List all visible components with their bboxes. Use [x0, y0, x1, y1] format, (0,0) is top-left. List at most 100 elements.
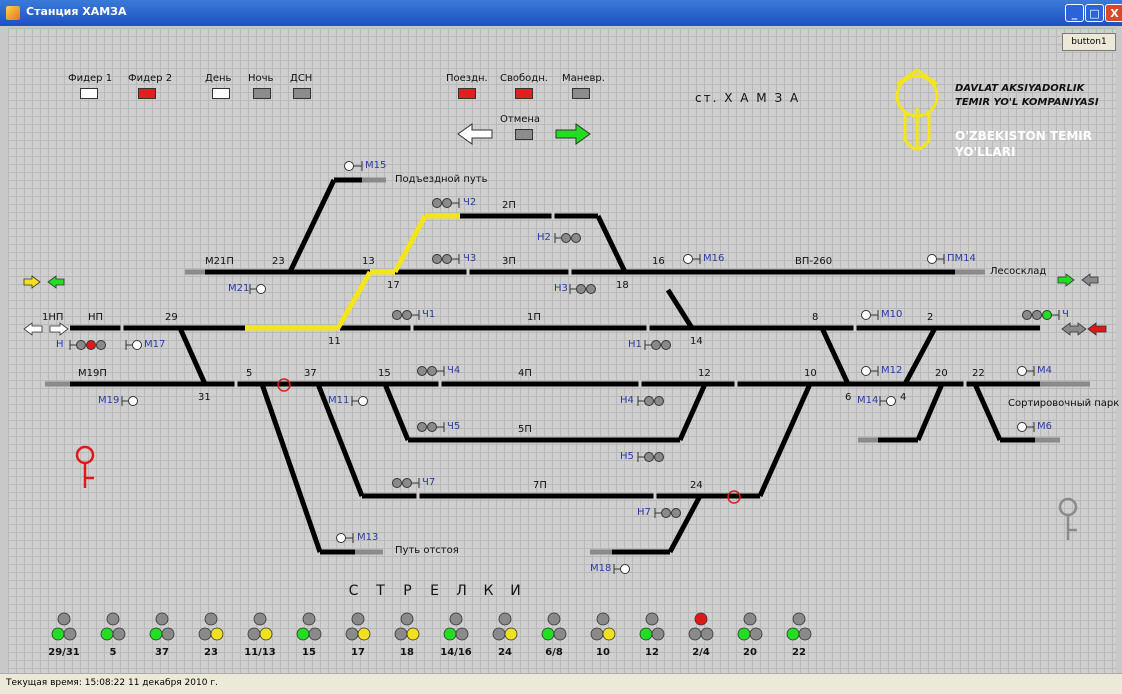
- switch-lamp: [204, 612, 218, 626]
- switch-lamp: [51, 627, 65, 641]
- switch-lamp: [553, 627, 567, 641]
- switch-indicator-2-4[interactable]: [688, 612, 714, 641]
- arrow-left-white-icon[interactable]: [457, 123, 493, 145]
- switch-lamp: [198, 627, 212, 641]
- track-label-6: 6: [845, 392, 852, 403]
- switch-label: 2/4: [692, 647, 710, 658]
- signals[interactable]: [69, 161, 1060, 574]
- switch-label: 29/31: [48, 647, 80, 658]
- switches-title-letter: Л: [456, 583, 467, 599]
- insulating-joints: [120, 212, 967, 500]
- signal-label-m19: М19: [98, 395, 120, 406]
- switch-indicator-23[interactable]: [198, 612, 224, 641]
- arrow-left-gray-icon[interactable]: [1081, 273, 1099, 287]
- switch-lamp: [443, 627, 457, 641]
- current-time: Текущая время: 15:08:22 11 декабря 2010 …: [6, 678, 218, 688]
- key-red-icon[interactable]: [75, 445, 95, 488]
- track-label-5: 5: [246, 368, 253, 379]
- switch-lamp: [247, 627, 261, 641]
- switch-lamp: [100, 627, 114, 641]
- switch-indicator-20[interactable]: [737, 612, 763, 641]
- signal-label-m14: М14: [857, 395, 879, 406]
- switch-label: 10: [596, 647, 610, 658]
- switch-lamp: [651, 627, 665, 641]
- switch-label: 11/13: [244, 647, 276, 658]
- switch-label: 15: [302, 647, 316, 658]
- track-label-4: 4: [900, 392, 907, 403]
- switch-lamp: [786, 627, 800, 641]
- signal-label-m15: М15: [365, 160, 387, 171]
- arrow-both-gray-icon[interactable]: [1061, 322, 1087, 336]
- switch-indicator-37[interactable]: [149, 612, 175, 641]
- track-diagram: [23, 68, 1107, 641]
- track-label-4p: 4П: [518, 368, 532, 379]
- track-label-20: 20: [935, 368, 948, 379]
- switch-indicator-22[interactable]: [786, 612, 812, 641]
- signal-label-ch2: Ч2: [463, 197, 477, 208]
- arrow-right-green-icon[interactable]: [1057, 273, 1075, 287]
- track-label-np: НП: [88, 312, 104, 323]
- switch-lamp: [351, 612, 365, 626]
- switch-lamp: [547, 612, 561, 626]
- signal-label-ch1: Ч1: [422, 309, 436, 320]
- arrow-left-red-icon[interactable]: [1087, 322, 1107, 336]
- track-label-5p: 5П: [518, 424, 532, 435]
- switch-lamp: [149, 627, 163, 641]
- switches-title-letter: Р: [403, 583, 412, 599]
- switch-lamps[interactable]: [51, 612, 812, 641]
- track-label-37: 37: [304, 368, 317, 379]
- arrow-right-yellow-icon[interactable]: [23, 275, 41, 289]
- switch-indicator-24[interactable]: [492, 612, 518, 641]
- switch-indicator-15[interactable]: [296, 612, 322, 641]
- switch-lamp: [792, 612, 806, 626]
- signal-label-n3: Н3: [554, 283, 568, 294]
- arrow-left-green-icon[interactable]: [47, 275, 65, 289]
- switch-lamp: [455, 627, 469, 641]
- track-label-17: 17: [387, 280, 400, 291]
- switch-lamp: [394, 627, 408, 641]
- switch-lamp: [596, 612, 610, 626]
- switch-label: 14/16: [440, 647, 472, 658]
- switch-indicator-11-13[interactable]: [247, 612, 273, 641]
- track-label-13: 13: [362, 256, 375, 267]
- switch-lamp: [345, 627, 359, 641]
- track-label-1p: 1П: [527, 312, 541, 323]
- signal-label-m18: М18: [590, 563, 612, 574]
- track-label-otstoy: Путь отстоя: [395, 545, 459, 556]
- signal-label-ch7: Ч7: [422, 477, 436, 488]
- switch-label: 5: [109, 647, 117, 658]
- switch-indicator-10[interactable]: [590, 612, 616, 641]
- railway-logo-icon: [895, 68, 939, 151]
- track-label-7p: 7П: [533, 480, 547, 491]
- signal-label-n4: Н4: [620, 395, 634, 406]
- signal-label-m21: М21: [228, 283, 250, 294]
- arrow-right-green-icon[interactable]: [555, 123, 591, 145]
- track-label-24: 24: [690, 480, 703, 491]
- arrow-right-white-icon[interactable]: [49, 322, 69, 336]
- arrow-left-white-icon[interactable]: [23, 322, 43, 336]
- switch-indicator-29-31[interactable]: [51, 612, 77, 641]
- signal-label-ch3: Ч3: [463, 253, 477, 264]
- track-label-31: 31: [198, 392, 211, 403]
- track-label-lesosklad: Лесосклад: [990, 266, 1047, 277]
- switch-label: 37: [155, 647, 169, 658]
- signal-label-m17: М17: [144, 339, 166, 350]
- track-label-18: 18: [616, 280, 629, 291]
- switch-indicator-17[interactable]: [345, 612, 371, 641]
- track-label-10: 10: [804, 368, 817, 379]
- key-gray-icon[interactable]: [1058, 497, 1078, 540]
- track-label-14: 14: [690, 336, 703, 347]
- track-label-15: 15: [378, 368, 391, 379]
- switch-indicator-12[interactable]: [639, 612, 665, 641]
- switch-indicator-18[interactable]: [394, 612, 420, 641]
- switch-lamp: [63, 627, 77, 641]
- switch-label: 17: [351, 647, 365, 658]
- signal-label-n1: Н1: [628, 339, 642, 350]
- switch-indicator-6-8[interactable]: [541, 612, 567, 641]
- track-label-podezd: Подъездной путь: [395, 174, 488, 185]
- switch-indicator-14-16[interactable]: [443, 612, 469, 641]
- switch-lamp: [498, 612, 512, 626]
- switch-label: 20: [743, 647, 757, 658]
- switches-title: С Т Р Е ЛКИ: [340, 583, 529, 599]
- switch-indicator-5[interactable]: [100, 612, 126, 641]
